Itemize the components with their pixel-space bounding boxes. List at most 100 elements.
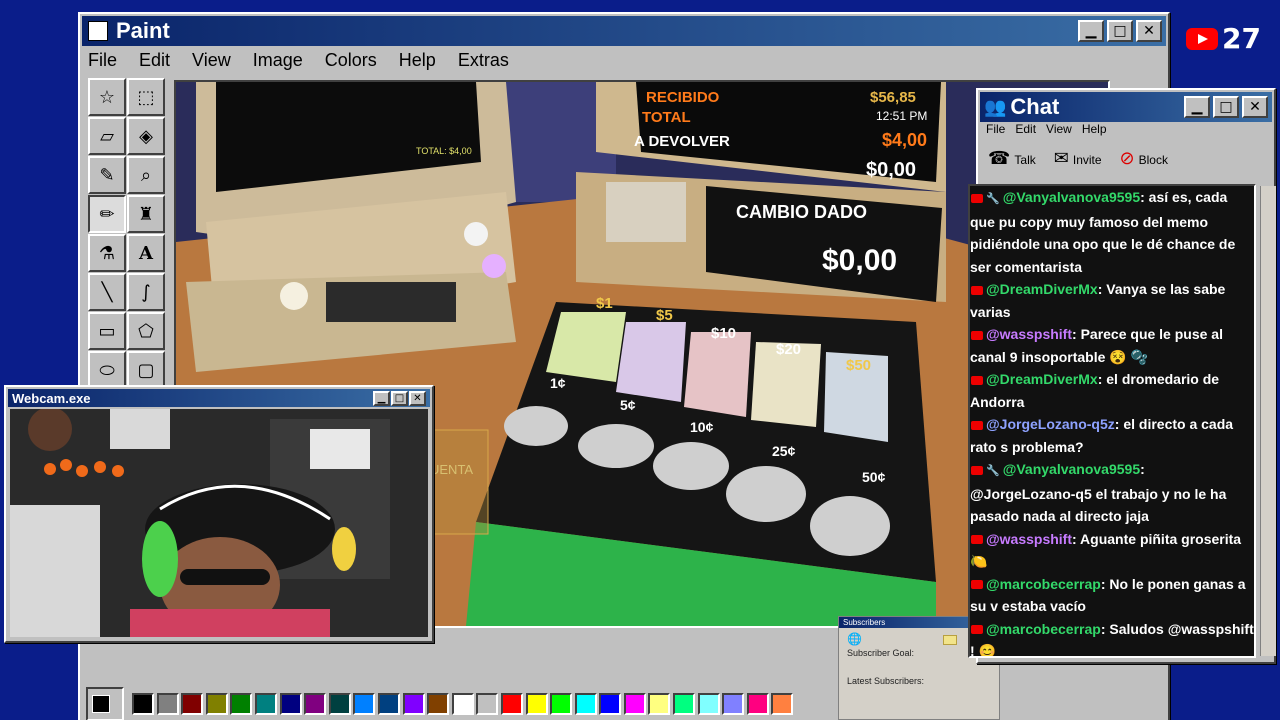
eraser-icon[interactable]: ▱ xyxy=(88,117,126,155)
chat-username[interactable]: @wasspshift xyxy=(986,531,1072,547)
color-swatch[interactable] xyxy=(771,693,794,715)
chat-username[interactable]: @Vanyalvanova9595 xyxy=(1003,189,1140,205)
polygon-icon[interactable]: ⬠ xyxy=(127,312,165,350)
chat-username[interactable]: @marcobecerrap xyxy=(986,621,1101,637)
chat-titlebar[interactable]: 👥 Chat ▁ □ ✕ xyxy=(980,92,1272,122)
magnifier-icon[interactable]: ⌕ xyxy=(127,156,165,194)
chat-message: @JorgeLozano-q5z: el directo a cada rato… xyxy=(970,413,1254,458)
color-swatch[interactable] xyxy=(132,693,154,715)
color-swatch[interactable] xyxy=(673,693,696,715)
invite-button[interactable]: ✉ Invite xyxy=(1054,148,1102,169)
chat-menu-view[interactable]: View xyxy=(1046,122,1072,136)
chat-username[interactable]: @DreamDiverMx xyxy=(986,281,1098,297)
color-swatch[interactable] xyxy=(476,693,499,715)
chat-message: @wasspshift: Aguante piñita groserita 🍋 xyxy=(970,528,1254,573)
ellipse-icon[interactable]: ⬭ xyxy=(88,351,126,389)
airbrush-icon[interactable]: ⚗ xyxy=(88,234,126,272)
color-swatch[interactable] xyxy=(353,693,376,715)
webcam-scene xyxy=(10,409,428,637)
chat-menu-help[interactable]: Help xyxy=(1082,122,1107,136)
webcam-titlebar[interactable]: Webcam.exe ▁ □ ✕ xyxy=(8,389,430,407)
menu-image[interactable]: Image xyxy=(251,48,305,73)
color-swatch[interactable] xyxy=(377,693,400,715)
invite-icon: ✉ xyxy=(1053,148,1069,169)
chat-menu-file[interactable]: File xyxy=(986,122,1005,136)
color-swatch[interactable] xyxy=(156,693,179,715)
curve-icon[interactable]: ∫ xyxy=(127,273,165,311)
color-swatch[interactable] xyxy=(451,693,474,715)
chat-scrollbar[interactable] xyxy=(1260,186,1276,656)
chat-minimize-button[interactable]: ▁ xyxy=(1184,96,1210,118)
maximize-button[interactable]: □ xyxy=(1107,20,1133,42)
color-swatch[interactable] xyxy=(722,693,745,715)
color-swatch[interactable] xyxy=(230,693,253,715)
color-swatch[interactable] xyxy=(402,693,425,715)
register-devolver-value: $0,00 xyxy=(866,159,916,181)
minimize-button[interactable]: ▁ xyxy=(1078,20,1104,42)
chat-window: 👥 Chat ▁ □ ✕ File Edit View Help ☎ Talk ✉ Inv… xyxy=(968,88,1276,664)
block-button[interactable]: ⊘ Block xyxy=(1120,148,1168,169)
menu-colors[interactable]: Colors xyxy=(323,48,379,73)
color-palette xyxy=(86,686,796,720)
talk-label: Talk xyxy=(1014,153,1036,167)
color-swatch[interactable] xyxy=(697,693,720,715)
color-swatch[interactable] xyxy=(304,693,327,715)
color-swatch[interactable] xyxy=(427,693,450,715)
chat-maximize-button[interactable]: □ xyxy=(1213,96,1239,118)
chat-actions: ☎ Talk ✉ Invite ⊘ Block xyxy=(988,148,1168,169)
chat-username[interactable]: @marcobecerrap xyxy=(986,576,1101,592)
fill-icon[interactable]: ◈ xyxy=(127,117,165,155)
color-swatch[interactable] xyxy=(550,693,573,715)
youtube-badge-icon xyxy=(971,285,983,295)
color-swatch[interactable] xyxy=(525,693,548,715)
talk-button[interactable]: ☎ Talk xyxy=(988,148,1036,169)
menu-help[interactable]: Help xyxy=(397,48,438,73)
color-picker-icon[interactable]: ✎ xyxy=(88,156,126,194)
chat-message: 🔧 @Vanyalvanova9595: así es, cada que pu … xyxy=(970,186,1254,278)
color-swatch[interactable] xyxy=(623,693,646,715)
color-swatch[interactable] xyxy=(746,693,769,715)
paint-app-icon xyxy=(88,21,108,41)
webcam-title: Webcam.exe xyxy=(12,390,91,406)
close-button[interactable]: ✕ xyxy=(1136,20,1162,42)
chat-username[interactable]: @DreamDiverMx xyxy=(986,371,1098,387)
block-icon: ⊘ xyxy=(1119,148,1135,169)
latest-subscribers-label: Latest Subscribers: xyxy=(847,676,925,686)
menu-view[interactable]: View xyxy=(190,48,233,73)
webcam-maximize-button[interactable]: □ xyxy=(391,390,408,406)
color-swatch[interactable] xyxy=(254,693,277,715)
color-swatch[interactable] xyxy=(500,693,523,715)
pencil-icon[interactable]: ✏ xyxy=(88,195,126,233)
current-colors[interactable] xyxy=(86,687,124,720)
menu-extras[interactable]: Extras xyxy=(456,48,511,73)
menu-file[interactable]: File xyxy=(86,48,119,73)
color-swatch[interactable] xyxy=(279,693,302,715)
chat-menu-edit[interactable]: Edit xyxy=(1015,122,1036,136)
chat-users-icon: 👥 xyxy=(984,96,1007,118)
brush-icon[interactable]: ♜ xyxy=(127,195,165,233)
text-icon[interactable]: A xyxy=(127,234,165,272)
color-swatch[interactable] xyxy=(648,693,671,715)
rounded-rect-icon[interactable]: ▢ xyxy=(127,351,165,389)
color-swatch[interactable] xyxy=(205,693,228,715)
color-swatch[interactable] xyxy=(328,693,351,715)
chat-close-button[interactable]: ✕ xyxy=(1242,96,1268,118)
rectangle-icon[interactable]: ▭ xyxy=(88,312,126,350)
rect-select-icon[interactable]: ⬚ xyxy=(127,78,165,116)
chat-message: @wasspshift: Parece que le puse al canal… xyxy=(970,323,1254,368)
chat-log[interactable]: 🔧 @Vanyalvanova9595: así es, cada que pu … xyxy=(968,184,1256,658)
chat-username[interactable]: @wasspshift xyxy=(986,326,1072,342)
webcam-close-button[interactable]: ✕ xyxy=(409,390,426,406)
color-swatch[interactable] xyxy=(599,693,622,715)
color-swatch[interactable] xyxy=(181,693,204,715)
chat-username[interactable]: @Vanyalvanova9595 xyxy=(1003,461,1140,477)
free-select-icon[interactable]: ☆ xyxy=(88,78,126,116)
paint-titlebar[interactable]: Paint ▁ □ ✕ xyxy=(82,16,1166,46)
webcam-minimize-button[interactable]: ▁ xyxy=(373,390,390,406)
monitor-total: TOTAL: $4,00 xyxy=(416,146,472,156)
chat-username[interactable]: @JorgeLozano-q5z xyxy=(986,416,1115,432)
color-swatch[interactable] xyxy=(574,693,597,715)
line-icon[interactable]: ╲ xyxy=(88,273,126,311)
menu-edit[interactable]: Edit xyxy=(137,48,172,73)
cambio-label: CAMBIO DADO xyxy=(736,202,867,222)
